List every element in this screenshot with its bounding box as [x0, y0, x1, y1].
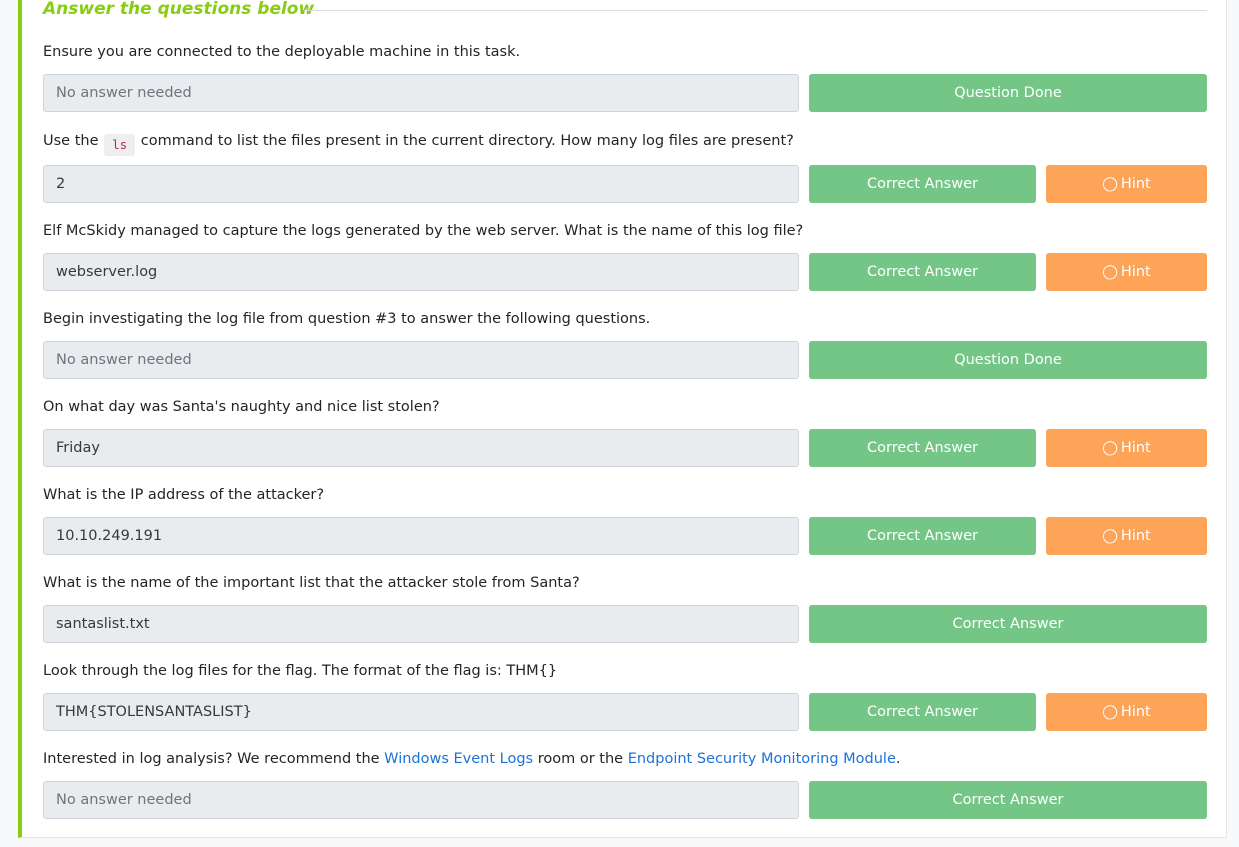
question-9-text-end: .: [895, 751, 901, 767]
question-6-text: What is the IP address of the attacker?: [43, 487, 325, 503]
answer-9-field[interactable]: No answer needed: [43, 781, 799, 819]
hint-label: Hint: [1120, 528, 1151, 544]
section-title: Answer the questions below: [43, 0, 315, 19]
lightbulb-icon: ◯: [1102, 704, 1118, 720]
windows-event-logs-link[interactable]: Windows Event Logs: [384, 751, 533, 767]
question-8-text: Look through the log files for the flag.…: [43, 663, 558, 679]
question-9-correct-button[interactable]: Correct Answer: [809, 781, 1207, 819]
question-7-text: What is the name of the important list t…: [43, 575, 580, 591]
question-8-hint-button[interactable]: ◯ Hint: [1046, 693, 1207, 731]
question-6-hint-button[interactable]: ◯ Hint: [1046, 517, 1207, 555]
question-4-done-button[interactable]: Question Done: [809, 341, 1207, 379]
answer-2-field[interactable]: 2: [43, 165, 799, 203]
question-2-text-before: Use the: [43, 133, 99, 149]
question-5-correct-button[interactable]: Correct Answer: [809, 429, 1036, 467]
ls-command-code: ls: [104, 134, 136, 156]
answer-8-field[interactable]: THM{STOLENSANTASLIST}: [43, 693, 799, 731]
hint-label: Hint: [1120, 704, 1151, 720]
question-1-done-button[interactable]: Question Done: [809, 74, 1207, 112]
question-3-correct-button[interactable]: Correct Answer: [809, 253, 1036, 291]
answer-4-field[interactable]: No answer needed: [43, 341, 799, 379]
question-6-correct-button[interactable]: Correct Answer: [809, 517, 1036, 555]
answer-3-field[interactable]: webserver.log: [43, 253, 799, 291]
lightbulb-icon: ◯: [1102, 264, 1118, 280]
hint-label: Hint: [1120, 176, 1151, 192]
question-2-correct-button[interactable]: Correct Answer: [809, 165, 1036, 203]
question-9-text-middle: room or the: [537, 751, 624, 767]
lightbulb-icon: ◯: [1102, 528, 1118, 544]
question-3-hint-button[interactable]: ◯ Hint: [1046, 253, 1207, 291]
answer-6-field[interactable]: 10.10.249.191: [43, 517, 799, 555]
question-2-text: Use the ls command to list the files pre…: [43, 131, 794, 156]
lightbulb-icon: ◯: [1102, 440, 1118, 456]
question-5-text: On what day was Santa's naughty and nice…: [43, 399, 440, 415]
hint-label: Hint: [1120, 440, 1151, 456]
question-8-correct-button[interactable]: Correct Answer: [809, 693, 1036, 731]
question-9-text-before: Interested in log analysis? We recommend…: [43, 751, 380, 767]
question-9-text: Interested in log analysis? We recommend…: [43, 749, 900, 769]
question-2-hint-button[interactable]: ◯ Hint: [1046, 165, 1207, 203]
endpoint-security-monitoring-link[interactable]: Endpoint Security Monitoring Module: [628, 751, 896, 767]
lightbulb-icon: ◯: [1102, 176, 1118, 192]
title-divider: [304, 10, 1207, 11]
hint-label: Hint: [1120, 264, 1151, 280]
answer-5-field[interactable]: Friday: [43, 429, 799, 467]
answer-7-field[interactable]: santaslist.txt: [43, 605, 799, 643]
question-4-text: Begin investigating the log file from qu…: [43, 311, 651, 327]
question-1-text: Ensure you are connected to the deployab…: [43, 44, 521, 60]
answer-1-field[interactable]: No answer needed: [43, 74, 799, 112]
question-3-text: Elf McSkidy managed to capture the logs …: [43, 223, 804, 239]
question-2-text-after: command to list the files present in the…: [140, 133, 794, 149]
question-7-correct-button[interactable]: Correct Answer: [809, 605, 1207, 643]
question-5-hint-button[interactable]: ◯ Hint: [1046, 429, 1207, 467]
